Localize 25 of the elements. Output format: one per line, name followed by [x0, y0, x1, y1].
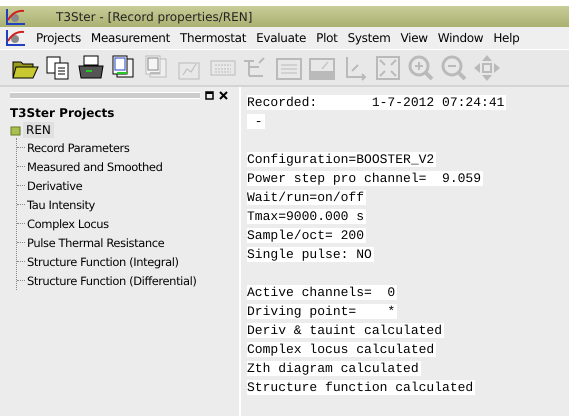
menu-item[interactable]: Plot	[316, 31, 338, 46]
tree-item[interactable]: Derivative	[27, 178, 82, 193]
tree-item[interactable]: Complex Locus	[27, 216, 109, 231]
window-title: T3Ster - [Record properties/REN]	[56, 10, 252, 24]
menu-item[interactable]: Window	[438, 31, 484, 46]
menu-item[interactable]: Projects	[36, 31, 81, 46]
tree-item[interactable]: Measured and Smoothed	[27, 160, 162, 174]
tree-item[interactable]: Structure Function (Differential)	[27, 274, 197, 288]
menu-item[interactable]: Thermostat	[180, 31, 246, 46]
panel-title: T3Ster Projects	[10, 106, 116, 120]
menu-item[interactable]: View	[400, 31, 428, 46]
tree-item[interactable]: Structure Function (Integral)	[27, 254, 179, 269]
close-icon[interactable]	[219, 91, 228, 100]
tree-item[interactable]: Record Parameters	[27, 140, 130, 155]
app-logo-icon	[6, 29, 26, 48]
app-logo-icon	[6, 8, 26, 26]
menu-item[interactable]: System	[348, 31, 391, 46]
tree-item[interactable]: Pulse Thermal Resistance	[27, 236, 164, 250]
drag-handle[interactable]	[10, 92, 200, 100]
menu-item[interactable]: Measurement	[90, 31, 170, 46]
menu-item[interactable]: Evaluate	[256, 31, 306, 46]
tree-item[interactable]: REN	[23, 122, 54, 138]
menu-item[interactable]: Help	[493, 31, 520, 46]
tree-item[interactable]: Tau Intensity	[27, 198, 95, 212]
restore-icon[interactable]	[205, 91, 214, 100]
